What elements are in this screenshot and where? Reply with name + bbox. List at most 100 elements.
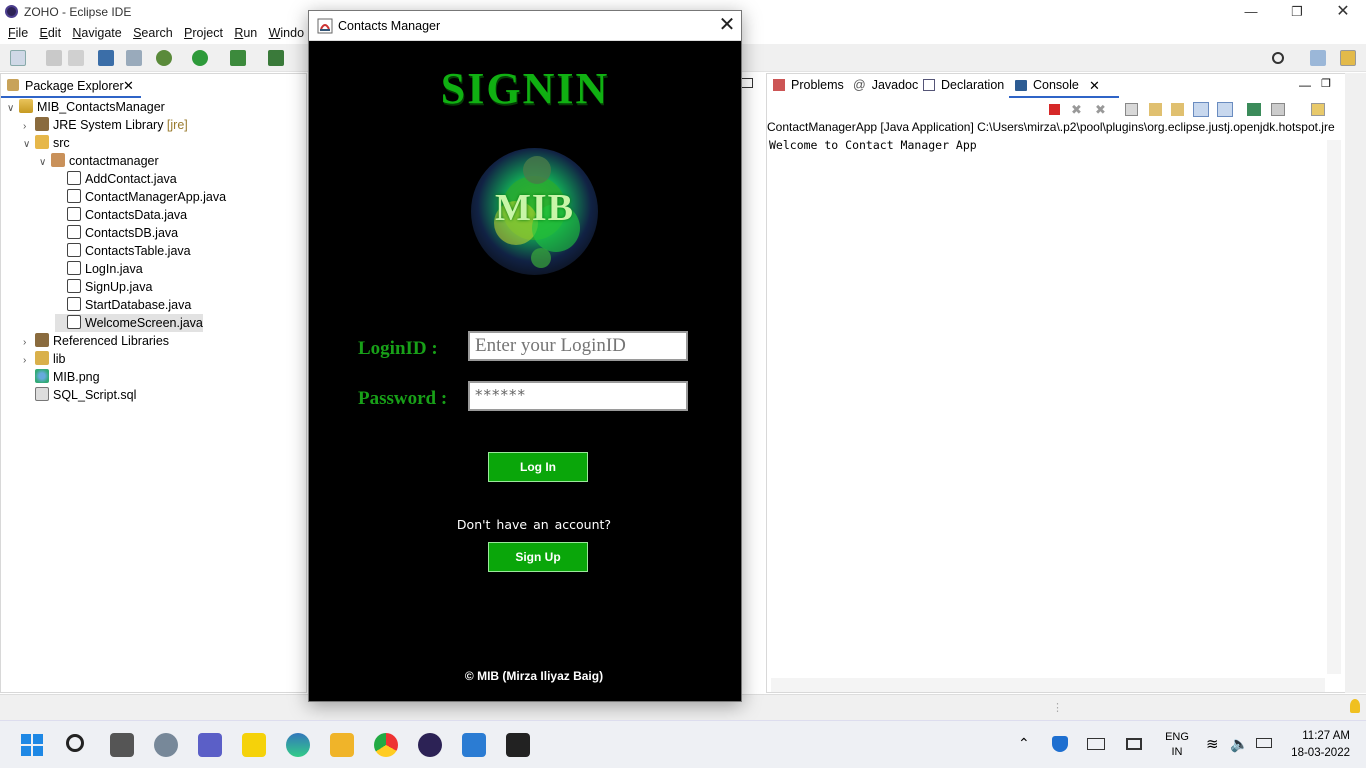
console-output[interactable]: Welcome to Contact Manager App [769,138,977,152]
signup-button[interactable]: Sign Up [488,542,588,572]
menu-file[interactable]: File [8,24,28,42]
password-input[interactable]: ****** [468,381,688,411]
restore-view-icon[interactable] [741,78,753,88]
tree-item[interactable]: SignUp.java [55,278,152,296]
maximize-view-icon[interactable]: ❐ [1321,77,1331,90]
dialog-close-icon[interactable]: ✕ [713,14,741,38]
menu-bar: File Edit Navigate Search Project Run Wi… [0,24,310,44]
skip-breakpoints-icon[interactable] [126,50,142,66]
show-hidden-icons-icon[interactable]: ⌃ [1018,735,1030,752]
defender-icon[interactable] [1052,736,1068,752]
menu-run[interactable]: Run [234,24,257,42]
keyboard-icon[interactable] [1087,738,1105,750]
tree-item[interactable]: ∨ src [23,134,70,152]
edge-icon[interactable] [286,733,310,757]
coverage-icon[interactable] [230,50,246,66]
task-view-icon[interactable] [110,733,134,757]
save-all-icon[interactable] [68,50,84,66]
menu-search[interactable]: Search [133,24,173,42]
display-console-icon[interactable] [1271,103,1285,116]
menu-window[interactable]: Windo [269,24,304,42]
notepad-icon[interactable] [462,733,486,757]
clock-time[interactable]: 11:27 AM [1296,730,1350,742]
tree-item[interactable]: ∨ contactmanager [39,152,159,170]
external-tools-icon[interactable] [268,50,284,66]
widgets-icon[interactable] [154,733,178,757]
tree-item[interactable]: ContactsTable.java [55,242,191,260]
language-indicator[interactable]: ENG IN [1162,730,1192,760]
console-vertical-scrollbar[interactable] [1327,140,1341,674]
teams-chat-icon[interactable] [198,733,222,757]
menu-project[interactable]: Project [184,24,223,42]
pin-console-icon[interactable] [1247,103,1261,116]
tree-item[interactable]: ContactsData.java [55,206,187,224]
tree-item[interactable]: ContactManagerApp.java [55,188,226,206]
debug-icon[interactable] [156,50,172,66]
menu-edit[interactable]: Edit [40,24,62,42]
chevron-down-icon[interactable]: ∨ [23,136,35,154]
loginid-label: LoginID : [358,338,438,359]
tree-item[interactable]: ContactsDB.java [55,224,178,242]
login-button[interactable]: Log In [488,452,588,482]
tip-bulb-icon[interactable] [1350,699,1360,713]
eclipse-taskbar-icon[interactable] [418,733,442,757]
volume-icon[interactable]: 🔈 [1230,735,1249,753]
java-file-icon [67,207,81,221]
java-perspective-icon[interactable] [1340,50,1356,66]
chrome-icon[interactable] [374,733,398,757]
close-icon[interactable]: ✕ [1320,2,1366,22]
tab-javadoc[interactable]: @ Javadoc [853,78,918,92]
menu-navigate[interactable]: Navigate [72,24,121,42]
clear-console-icon[interactable] [1125,103,1138,116]
tree-item[interactable]: WelcomeScreen.java [55,314,203,332]
terminal-taskbar-icon[interactable] [506,733,530,757]
tree-item[interactable]: SQL_Script.sql [23,386,136,404]
window-title: ZOHO - Eclipse IDE [24,5,132,19]
remove-launch-icon[interactable]: ✖ [1071,102,1082,118]
tree-item[interactable]: AddContact.java [55,170,177,188]
wifi-icon[interactable]: ≋ [1206,735,1219,753]
terminal-icon[interactable] [98,50,114,66]
java-file-icon [67,297,81,311]
run-icon[interactable] [192,50,208,66]
minimize-icon[interactable]: — [1228,2,1274,22]
close-console-icon[interactable]: ✕ [1089,78,1100,94]
tree-item[interactable]: › Referenced Libraries [23,332,169,350]
open-console-icon[interactable] [1311,103,1325,116]
sticky-notes-icon[interactable] [242,733,266,757]
tab-package-explorer[interactable]: Package Explorer ✕ [1,74,141,98]
file-explorer-icon[interactable] [330,733,354,757]
console-horizontal-scrollbar[interactable] [771,678,1325,692]
scroll-lock-icon[interactable] [1149,103,1162,116]
tree-item[interactable]: MIB.png [23,368,100,386]
tree-item[interactable]: › lib [23,350,66,368]
touchpad-icon[interactable] [1126,738,1142,750]
remove-all-icon[interactable]: ✖ [1095,102,1106,118]
tree-item[interactable]: › JRE System Library [jre] [23,116,188,134]
search-taskbar-icon[interactable] [66,734,84,752]
close-tab-icon[interactable]: ✕ [123,78,134,94]
show-stdout-icon[interactable] [1193,102,1209,117]
tab-problems[interactable]: Problems [773,78,844,92]
search-icon[interactable] [1272,52,1284,64]
loginid-input[interactable] [468,331,688,361]
new-icon[interactable] [10,50,26,66]
battery-icon[interactable] [1256,738,1272,748]
show-stderr-icon[interactable] [1217,102,1233,117]
minimize-view-icon[interactable]: — [1299,78,1311,92]
restore-icon[interactable]: ❐ [1274,2,1320,22]
chevron-down-icon[interactable]: ∨ [39,154,51,172]
tree-item[interactable]: StartDatabase.java [55,296,191,314]
dialog-title-bar[interactable]: Contacts Manager ✕ [309,11,741,41]
tree-item[interactable]: LogIn.java [55,260,143,278]
windows-start-icon[interactable] [21,734,43,756]
tree-item[interactable]: ∨ MIB_ContactsManager [7,98,165,116]
word-wrap-icon[interactable] [1171,103,1184,116]
chevron-down-icon[interactable]: ∨ [7,100,19,118]
terminate-icon[interactable] [1049,104,1060,115]
tab-console[interactable]: Console ✕ [1009,74,1119,98]
tab-declaration[interactable]: Declaration [923,78,1004,92]
clock-date[interactable]: 18-03-2022 [1280,747,1350,759]
save-icon[interactable] [46,50,62,66]
open-perspective-icon[interactable] [1310,50,1326,66]
